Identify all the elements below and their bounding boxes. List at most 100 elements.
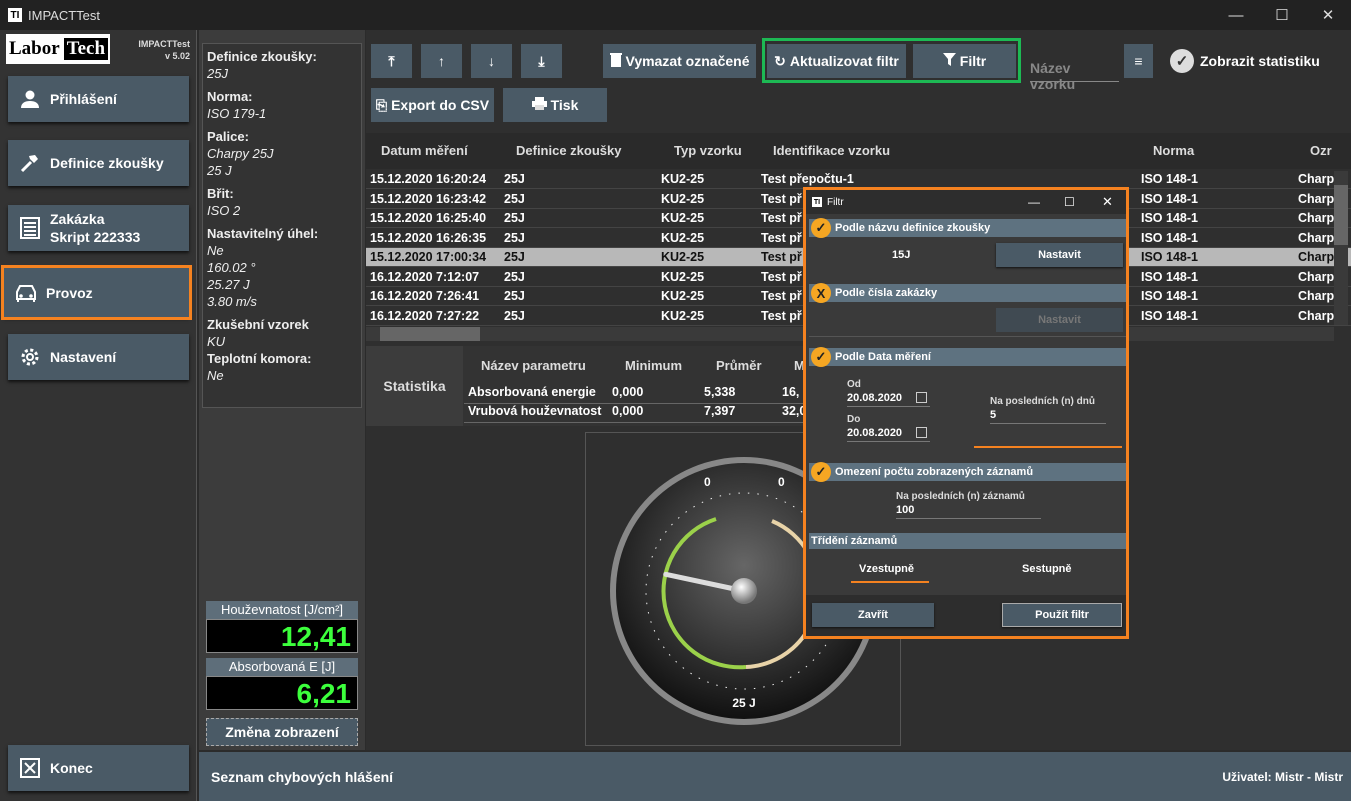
button-label: Zavřít: [858, 609, 888, 621]
column-header[interactable]: Identifikace vzorku: [773, 143, 890, 158]
energy-label: Absorbovaná E [J]: [206, 658, 358, 676]
gauge-scale-left: 0: [704, 475, 711, 489]
info-label: Definice zkoušky:: [207, 49, 317, 64]
stats-cell: Absorbovaná energie: [468, 385, 596, 399]
print-button[interactable]: Tisk: [503, 88, 607, 122]
info-value: Charpy 25J 25 J: [207, 145, 357, 179]
table-header: Datum měření Definice zkoušky Typ vzorku…: [366, 133, 1351, 169]
table-vertical-scrollbar[interactable]: [1334, 171, 1348, 325]
table-cell: 25J: [504, 308, 525, 323]
apply-filter-button[interactable]: Použít filtr: [1002, 603, 1122, 627]
dialog-maximize-icon[interactable]: ☐: [1064, 195, 1075, 209]
calendar-icon[interactable]: [916, 392, 927, 403]
column-header[interactable]: Typ vzorku: [674, 143, 742, 158]
button-label: Nastavit: [1038, 249, 1081, 261]
info-value: KU: [207, 333, 357, 350]
last-records-input[interactable]: 100: [896, 504, 1041, 519]
sort-button[interactable]: ≡: [1124, 44, 1153, 78]
filter-section-definition[interactable]: ✓ Podle názvu definice zkoušky: [809, 218, 1126, 238]
section-label: Podle názvu definice zkoušky: [835, 222, 991, 234]
filter-section-limit[interactable]: ✓ Omezení počtu zobrazených záznamů: [809, 462, 1126, 482]
table-cell: Test př: [761, 250, 802, 264]
checkmark-icon[interactable]: ✓: [811, 462, 831, 482]
table-cell: Charp: [1298, 289, 1335, 303]
error-list-link[interactable]: Seznam chybových hlášení: [211, 769, 393, 785]
table-cell: 25J: [504, 250, 525, 264]
arrow-bottom-icon: ⤓: [538, 52, 545, 69]
sample-name-input[interactable]: Název vzorku: [1030, 60, 1119, 92]
stats-header: Název parametru: [481, 358, 586, 373]
change-view-button[interactable]: Změna zobrazení: [206, 718, 358, 746]
set-order-button[interactable]: Nastavit: [996, 308, 1123, 332]
set-definition-button[interactable]: Nastavit: [996, 243, 1123, 267]
dialog-close-icon[interactable]: ✕: [1102, 194, 1113, 210]
arrow-top-icon: ⤒: [388, 52, 395, 69]
sort-descending-tab[interactable]: Sestupně: [1022, 563, 1072, 575]
delete-selected-button[interactable]: Vymazat označené: [603, 44, 756, 78]
arrow-down-icon: ↓: [488, 53, 495, 69]
minimize-icon[interactable]: —: [1213, 0, 1259, 30]
stats-row: Vrubová houževnatost 0,000 7,397 32,0: [464, 404, 806, 423]
stats-row: Absorbovaná energie 0,000 5,338 16,: [464, 385, 806, 404]
move-up-button[interactable]: ↑: [421, 44, 462, 78]
filter-section-date[interactable]: ✓ Podle Data měření: [809, 347, 1126, 367]
checkmark-icon[interactable]: ✓: [811, 347, 831, 367]
table-cell: ISO 148-1: [1141, 269, 1198, 284]
x-mark-icon[interactable]: X: [811, 283, 831, 303]
user-label: Uživatel: Mistr - Mistr: [1222, 769, 1343, 784]
move-top-button[interactable]: ⤒: [371, 44, 412, 78]
table-cell: 15.12.2020 16:25:40: [370, 211, 487, 225]
sort-ascending-tab[interactable]: Vzestupně: [859, 563, 914, 575]
move-down-button[interactable]: ↓: [471, 44, 512, 78]
table-cell: Charp: [1298, 230, 1335, 245]
table-cell: KU2-25: [661, 172, 705, 186]
table-cell: ISO 148-1: [1141, 289, 1198, 303]
filter-button[interactable]: Filtr: [913, 44, 1016, 78]
delete-selected-label: Vymazat označené: [625, 53, 750, 69]
column-header[interactable]: Norma: [1153, 143, 1194, 158]
sidebar-item-settings[interactable]: Nastavení: [8, 334, 189, 380]
info-value-line: ISO 2: [207, 203, 241, 218]
sidebar-item-order[interactable]: Zakázka Skript 222333: [8, 205, 189, 251]
calendar-icon[interactable]: [916, 427, 927, 438]
column-header[interactable]: Datum měření: [381, 143, 468, 158]
table-cell: 25J: [504, 191, 525, 206]
move-bottom-button[interactable]: ⤓: [521, 44, 562, 78]
close-box-icon: [16, 758, 44, 778]
close-icon[interactable]: ✕: [1305, 0, 1351, 30]
show-stats-label: Zobrazit statistiku: [1200, 53, 1320, 69]
dialog-minimize-icon[interactable]: —: [1028, 195, 1040, 209]
info-label: Zkušební vzorek: [207, 317, 309, 332]
table-cell: Charp: [1298, 269, 1335, 284]
sample-name-placeholder: Název vzorku: [1030, 60, 1076, 92]
refresh-filter-button[interactable]: ↻ Aktualizovat filtr: [767, 44, 906, 78]
hammer-icon: [16, 152, 44, 174]
export-icon: ⎘: [375, 96, 388, 113]
sidebar-item-operation[interactable]: Provoz: [1, 265, 192, 320]
sidebar-item-test-definition[interactable]: Definice zkoušky: [8, 140, 189, 186]
export-csv-button[interactable]: ⎘ Export do CSV: [371, 88, 494, 122]
sidebar-item-login[interactable]: Přihlášení: [8, 76, 189, 122]
stats-cell: 0,000: [612, 404, 644, 418]
energy-meter: Absorbovaná E [J] 6,21: [206, 658, 358, 710]
maximize-icon[interactable]: ☐: [1259, 0, 1305, 30]
table-cell: ISO 148-1: [1141, 172, 1198, 186]
checkmark-icon[interactable]: ✓: [811, 218, 831, 238]
filter-dialog: TI Filtr — ☐ ✕ ✓ Podle názvu definice zko…: [803, 187, 1129, 639]
scrollbar-thumb[interactable]: [380, 327, 480, 341]
show-stats-toggle[interactable]: ✓ Zobrazit statistiku: [1170, 49, 1320, 73]
section-label: Podle Data měření: [835, 351, 931, 363]
column-header[interactable]: Definice zkoušky: [516, 143, 622, 158]
exit-button[interactable]: Konec: [8, 745, 189, 791]
filter-section-order[interactable]: X Podle čísla zakázky: [809, 283, 1126, 303]
info-value-line: 160.02 °: [207, 260, 256, 275]
window-titlebar: TI IMPACTTest: [0, 0, 1351, 30]
input-focus-underline: [974, 446, 1122, 448]
column-header[interactable]: Ozr: [1310, 143, 1332, 158]
table-cell: ISO 148-1: [1141, 250, 1198, 264]
scrollbar-thumb[interactable]: [1334, 185, 1348, 245]
last-days-input[interactable]: 5: [990, 409, 1106, 424]
toughness-meter: Houževnatost [J/cm²] 12,41: [206, 601, 358, 653]
close-dialog-button[interactable]: Zavřít: [812, 603, 934, 627]
table-cell: Test př: [761, 230, 802, 245]
